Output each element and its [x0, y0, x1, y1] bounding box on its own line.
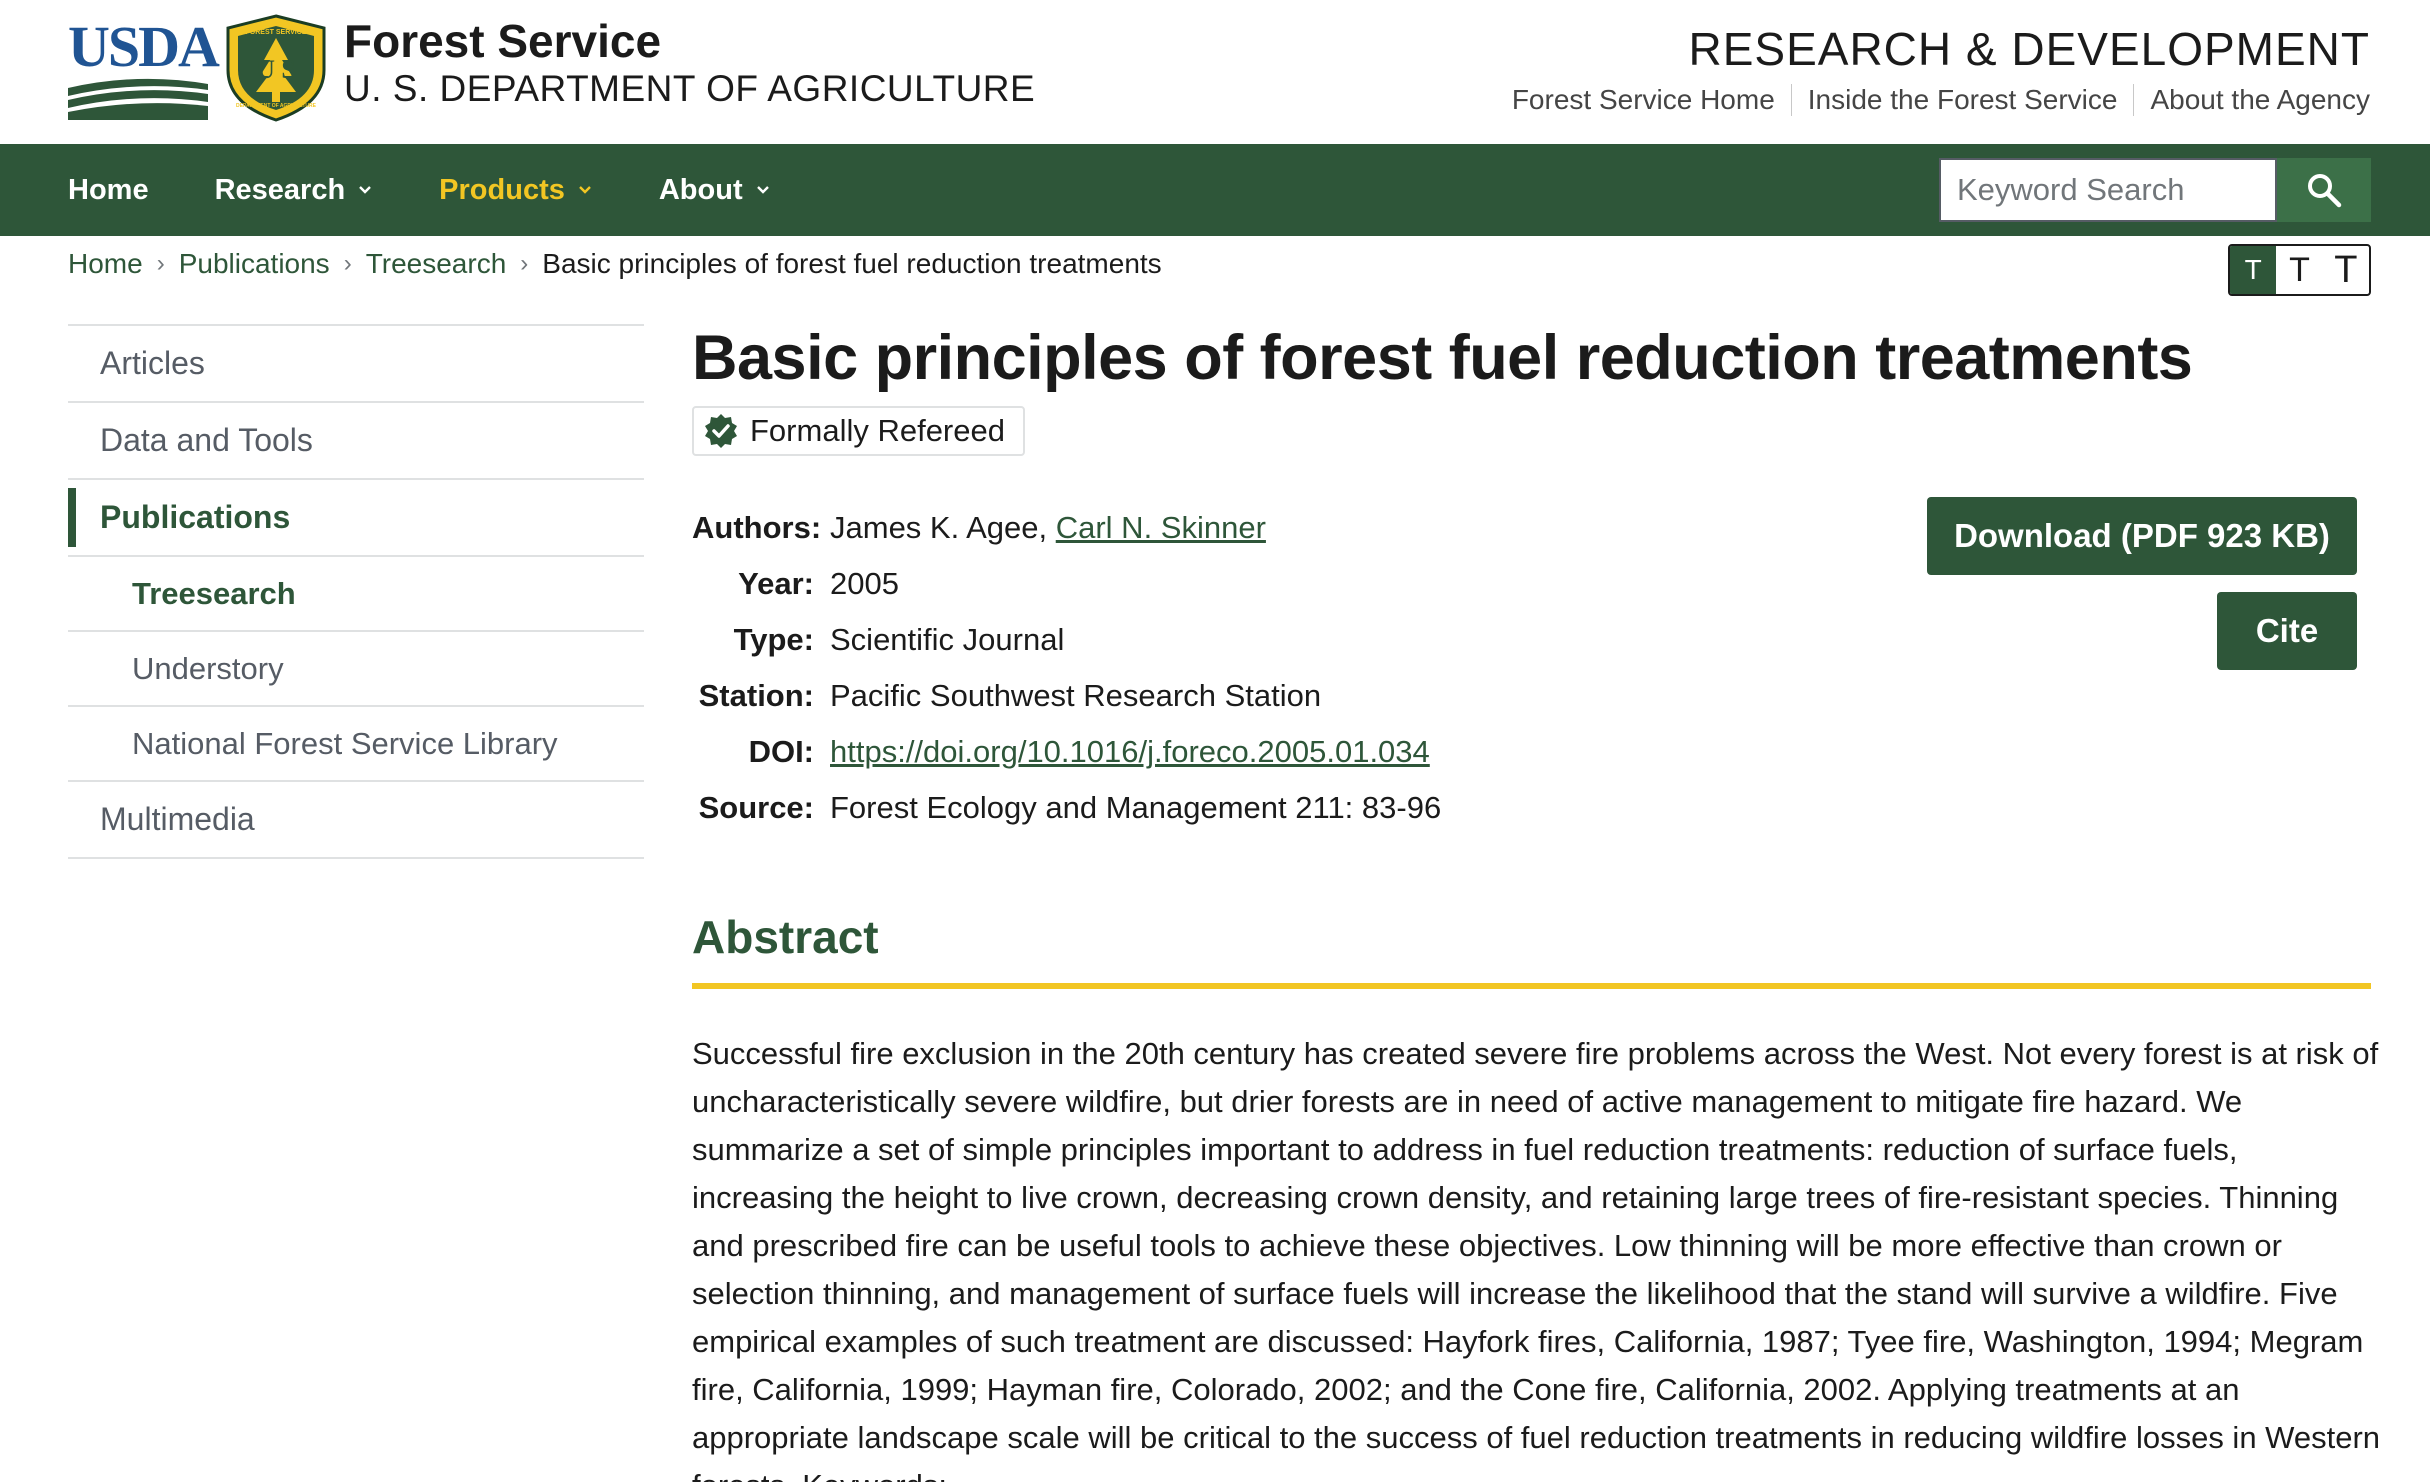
type-label: Type:	[733, 622, 814, 657]
about-agency-link[interactable]: About the Agency	[2133, 84, 2370, 116]
breadcrumb-home[interactable]: Home	[68, 248, 143, 280]
sidebar-item-multimedia[interactable]: Multimedia	[68, 782, 644, 859]
agency-name[interactable]: Forest Service	[344, 14, 661, 68]
nav-products[interactable]: Products	[439, 174, 593, 207]
text-size-control: T T T	[2228, 244, 2371, 296]
breadcrumb-current: Basic principles of forest fuel reductio…	[542, 248, 1162, 279]
usda-hills-icon	[68, 78, 208, 120]
nav-about-label: About	[658, 173, 743, 206]
abstract-text: Successful fire exclusion in the 20th ce…	[692, 1036, 2381, 1482]
verified-check-icon	[705, 414, 737, 448]
chevron-down-icon	[359, 186, 372, 194]
nav-about[interactable]: About	[659, 174, 771, 207]
source-value: Forest Ecology and Management 211: 83-96	[830, 790, 1442, 825]
breadcrumb-publications[interactable]: Publications	[179, 248, 330, 280]
authors-value: James K. Agee, Carl N. Skinner	[830, 510, 1266, 546]
keyword-search-input[interactable]	[1939, 158, 2277, 222]
usda-logo[interactable]: USDA	[68, 18, 220, 120]
utility-links: Forest Service Home Inside the Forest Se…	[1496, 84, 2370, 116]
inside-forest-service-link[interactable]: Inside the Forest Service	[1790, 84, 2134, 116]
cite-button[interactable]: Cite	[2217, 592, 2357, 670]
sidebar-item-articles[interactable]: Articles	[68, 326, 644, 403]
author-plain: James K. Agee,	[830, 510, 1056, 545]
search-icon	[2308, 174, 2342, 208]
meta-row-doi: DOI: https://doi.org/10.1016/j.foreco.20…	[692, 724, 1441, 780]
author-link[interactable]: Carl N. Skinner	[1056, 510, 1266, 545]
nav-products-label: Products	[439, 173, 565, 206]
meta-row-year: Year: 2005	[692, 556, 1441, 612]
nav-research[interactable]: Research	[215, 174, 374, 207]
nav-home-label: Home	[68, 173, 149, 206]
forest-service-shield-logo[interactable]: U S FOREST SERVICE DEPARTMENT OF AGRICUL…	[224, 14, 328, 122]
section-title: RESEARCH & DEVELOPMENT	[1688, 23, 2370, 75]
download-pdf-button[interactable]: Download (PDF 923 KB)	[1927, 497, 2357, 575]
shield-ring-bottom-text: DEPARTMENT OF AGRICULTURE	[236, 103, 317, 109]
abstract-divider	[692, 983, 2371, 989]
publication-metadata: Authors: James K. Agee, Carl N. Skinner …	[692, 500, 1441, 836]
page-title: Basic principles of forest fuel reductio…	[692, 323, 2193, 393]
shield-ring-text: FOREST SERVICE	[246, 29, 307, 36]
text-size-small[interactable]: T	[2230, 246, 2277, 294]
search-button[interactable]	[2277, 158, 2371, 222]
sidebar-item-publications[interactable]: Publications	[68, 480, 644, 557]
agency-department[interactable]: U. S. DEPARTMENT OF AGRICULTURE	[344, 68, 1035, 110]
type-value: Scientific Journal	[830, 622, 1065, 657]
text-size-large[interactable]: T	[2323, 246, 2369, 294]
chevron-down-icon	[756, 186, 769, 194]
sidebar-item-national-library[interactable]: National Forest Service Library	[68, 707, 644, 782]
breadcrumb-treesearch[interactable]: Treesearch	[366, 248, 507, 280]
source-label: Source:	[698, 790, 814, 825]
shield-emblem-text: U S	[256, 55, 296, 84]
authors-label: Authors:	[692, 510, 822, 545]
meta-row-authors: Authors: James K. Agee, Carl N. Skinner	[692, 500, 1441, 556]
doi-label: DOI:	[748, 734, 814, 769]
nav-home[interactable]: Home	[68, 174, 149, 207]
breadcrumb: Home › Publications › Treesearch › Basic…	[68, 248, 1162, 280]
text-size-medium[interactable]: T	[2276, 246, 2322, 294]
sidebar-item-data-and-tools[interactable]: Data and Tools	[68, 403, 644, 480]
year-label: Year:	[738, 566, 814, 601]
sidebar-nav: Articles Data and Tools Publications Tre…	[68, 324, 644, 859]
chevron-right-icon: ›	[520, 250, 529, 277]
doi-value: https://doi.org/10.1016/j.foreco.2005.01…	[830, 734, 1430, 770]
nav-research-label: Research	[214, 173, 346, 206]
year-value: 2005	[830, 566, 899, 601]
site-header: USDA U S FOREST SERVICE DEPARTMENT OF AG…	[0, 0, 2430, 144]
station-value: Pacific Southwest Research Station	[830, 678, 1322, 713]
chevron-right-icon: ›	[343, 250, 352, 277]
meta-row-type: Type: Scientific Journal	[692, 612, 1441, 668]
refereed-badge-label: Formally Refereed	[750, 413, 1005, 448]
doi-link[interactable]: https://doi.org/10.1016/j.foreco.2005.01…	[830, 734, 1430, 769]
usda-logo-text: USDA	[68, 14, 220, 79]
sidebar-item-treesearch[interactable]: Treesearch	[68, 557, 644, 632]
main-nav: Home Research Products About	[0, 144, 2430, 236]
meta-row-station: Station: Pacific Southwest Research Stat…	[692, 668, 1441, 724]
chevron-right-icon: ›	[156, 250, 165, 277]
station-label: Station:	[698, 678, 814, 713]
chevron-down-icon	[579, 186, 591, 194]
refereed-badge: Formally Refereed	[692, 406, 1025, 456]
sidebar-item-understory[interactable]: Understory	[68, 632, 644, 707]
meta-row-source: Source: Forest Ecology and Management 21…	[692, 780, 1442, 836]
forest-service-home-link[interactable]: Forest Service Home	[1496, 84, 1791, 116]
abstract-heading: Abstract	[692, 911, 879, 963]
